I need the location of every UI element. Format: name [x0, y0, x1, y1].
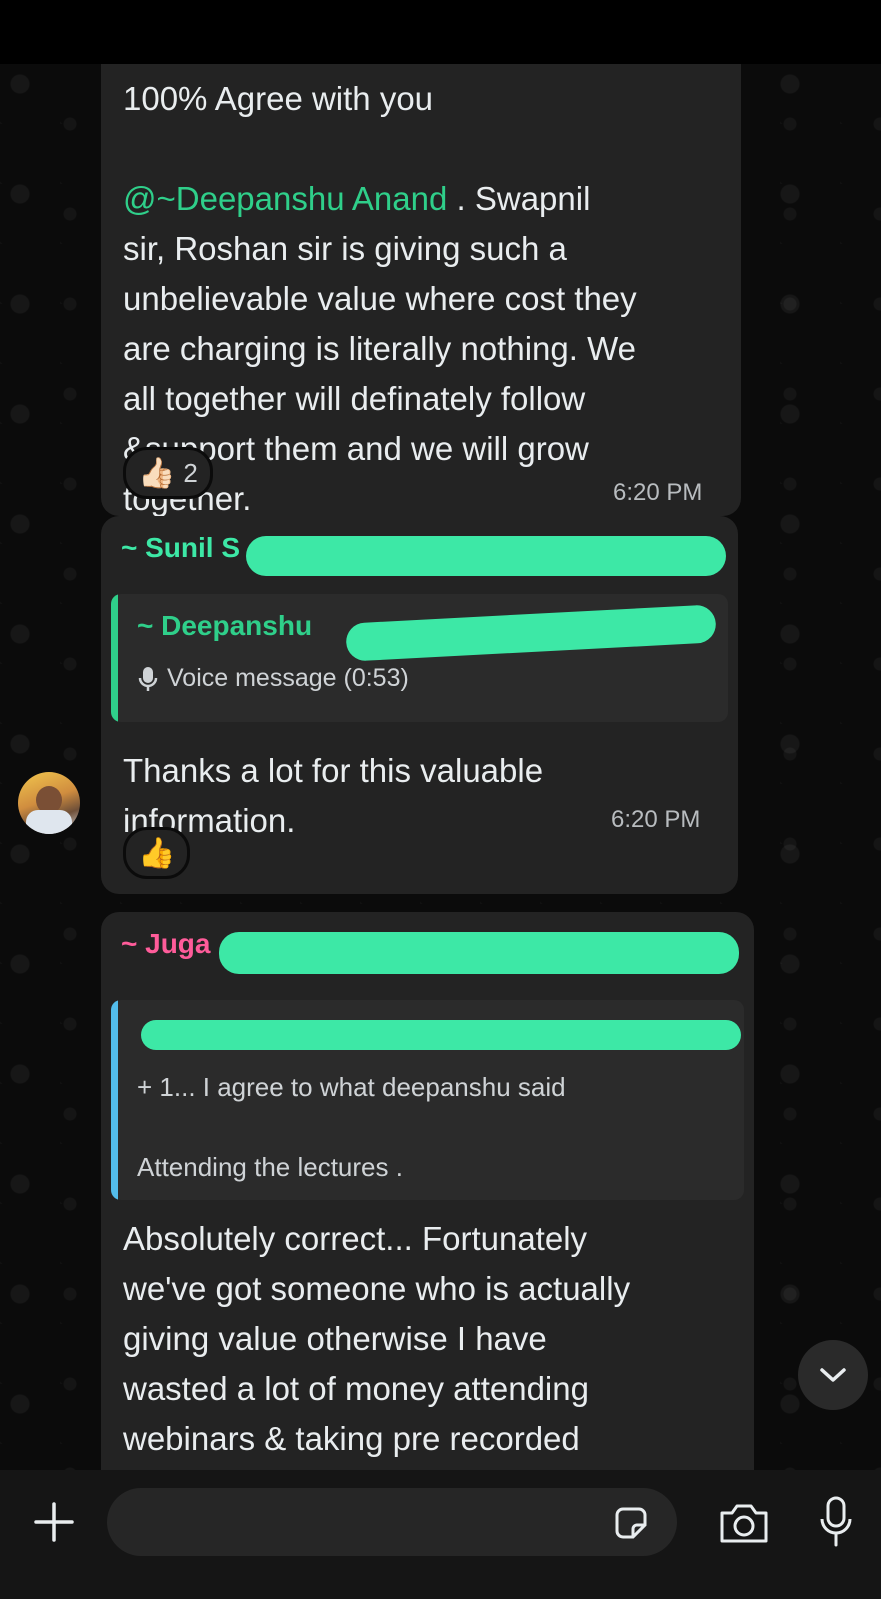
scroll-to-bottom-button[interactable]	[798, 1340, 868, 1410]
quote-accent-bar	[111, 594, 118, 722]
quote-accent-bar	[111, 1000, 118, 1200]
attach-button[interactable]	[24, 1492, 84, 1552]
message-time: 6:20 PM	[613, 479, 703, 506]
sticker-icon	[615, 1507, 647, 1539]
sender-name[interactable]: ~ Juga	[121, 928, 210, 960]
avatar[interactable]	[18, 772, 80, 834]
sticker-button[interactable]	[606, 1500, 656, 1546]
plus-icon	[34, 1502, 74, 1542]
message-bubble[interactable]: ~ Juga + 1... I agree to what deepanshu …	[101, 912, 754, 1470]
quote-line: + 1... I agree to what deepanshu said	[137, 1072, 566, 1102]
message-time: 6:20 PM	[611, 806, 701, 833]
message-input[interactable]	[107, 1488, 677, 1556]
reaction-count: 2	[183, 457, 198, 488]
voice-message-label: Voice message (0:53)	[167, 664, 409, 692]
message-bubble[interactable]: ~ Sunil S ~ Deepanshu Voice message (0:5…	[101, 516, 738, 894]
message-text: Absolutely correct... Fortunately we've …	[123, 1220, 631, 1457]
chevron-down-icon	[820, 1368, 846, 1382]
redaction-mark	[219, 932, 739, 974]
redaction-mark	[246, 536, 726, 576]
message-text: 100% Agree with you @~Deepanshu Anand . …	[123, 64, 733, 524]
sender-name[interactable]: ~ Sunil S	[121, 532, 240, 564]
mention-link[interactable]: @~Deepanshu Anand	[123, 180, 447, 217]
redaction-mark	[141, 1020, 741, 1050]
thumbs-up-icon: 👍🏻	[138, 456, 176, 490]
reaction-badge[interactable]: 👍	[123, 827, 191, 879]
redaction-mark	[345, 604, 717, 662]
chat-background: 100% Agree with you @~Deepanshu Anand . …	[0, 64, 881, 1470]
reaction-badge[interactable]: 👍🏻 2	[123, 447, 213, 499]
status-bar	[0, 0, 881, 64]
quoted-message[interactable]: + 1... I agree to what deepanshu said At…	[111, 1000, 744, 1200]
sender-name-text: ~ Sunil S	[121, 532, 241, 563]
voice-message-info: Voice message (0:53)	[137, 664, 409, 693]
message-text-prefix: 100% Agree with you	[123, 80, 434, 117]
quoted-message[interactable]: ~ Deepanshu Voice message (0:53)	[111, 594, 728, 722]
quote-author: ~ Deepanshu	[137, 610, 313, 641]
camera-button[interactable]	[715, 1494, 773, 1552]
message-text-after-mention: . Swapnil	[447, 180, 591, 217]
quote-line: Attending the lectures .	[137, 1152, 403, 1182]
sender-name-text: ~ Juga	[121, 928, 211, 959]
microphone-button[interactable]	[808, 1490, 864, 1554]
microphone-icon	[820, 1496, 852, 1547]
microphone-icon	[138, 666, 158, 691]
camera-icon	[720, 1504, 768, 1543]
thumbs-up-icon: 👍	[138, 836, 176, 870]
